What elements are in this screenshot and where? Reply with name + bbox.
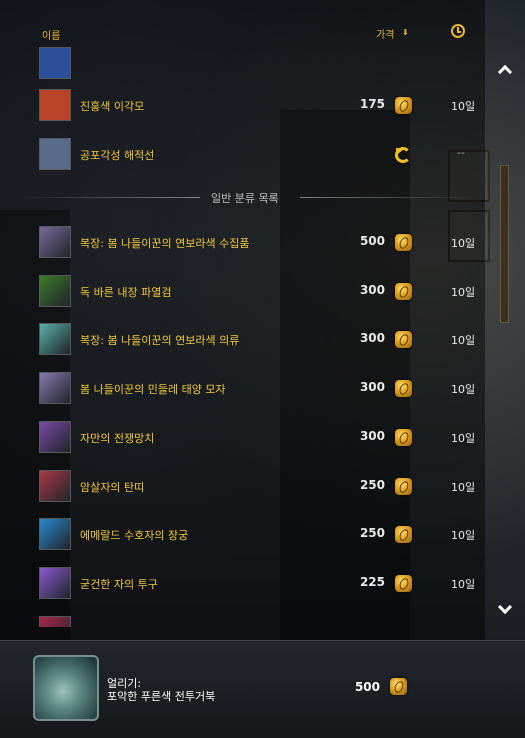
item-price: 300 — [359, 282, 385, 297]
item-list: 진홍색 이각모 175 10일 공포각성 해적선 -- 일반 분류 목록 복장:… — [0, 40, 485, 627]
item-price: 225 — [359, 574, 385, 589]
list-item[interactable]: 에메랄드 수호자의 장궁 250 10일 — [0, 510, 485, 558]
featured-item-price: 500 — [354, 680, 380, 694]
section-divider-label: 일반 분류 목록 — [211, 192, 279, 205]
list-item[interactable]: 복장: 봄 나들이꾼의 연보라색 수집품 500 10일 — [0, 218, 485, 266]
scroll-down-button[interactable] — [497, 599, 514, 616]
item-time: 10일 — [451, 100, 476, 113]
section-divider: 일반 분류 목록 — [0, 188, 485, 208]
item-price: 500 — [359, 234, 385, 248]
list-item[interactable] — [0, 608, 485, 627]
warhammer-icon — [39, 420, 71, 453]
scrollbar-thumb[interactable] — [500, 165, 509, 323]
bandolier-icon — [39, 469, 71, 502]
trader-tender-icon — [395, 331, 412, 349]
list-item[interactable]: 독 바른 내장 파열검 300 10일 — [0, 267, 485, 315]
item-price: 175 — [359, 97, 385, 111]
list-item[interactable]: 봄 나들이꾼의 민들레 태양 모자 300 10일 — [0, 364, 485, 412]
divider-line — [20, 197, 200, 198]
trader-tender-icon — [395, 380, 412, 398]
longbow-icon — [39, 518, 71, 551]
item-name: 공포각성 해적선 — [80, 149, 155, 162]
list-item[interactable]: 복장: 봄 나들이꾼의 연보라색 의류 300 10일 — [0, 315, 485, 363]
transmog-set-icon — [39, 226, 71, 258]
item-time: 10일 — [451, 529, 476, 543]
list-item[interactable]: 공포각성 해적선 -- — [0, 130, 485, 178]
item-time: 10일 — [451, 237, 476, 250]
helmet-icon — [39, 566, 71, 599]
item-name: 자만의 전쟁망치 — [80, 431, 155, 445]
item-time: 10일 — [451, 431, 476, 445]
item-price: 300 — [359, 331, 385, 346]
item-time: 10일 — [451, 285, 476, 299]
item-time: 10일 — [451, 480, 476, 494]
item-name: 봄 나들이꾼의 민들레 태양 모자 — [80, 383, 226, 397]
featured-item-footer[interactable]: 얼리기: 포악한 푸른색 전투거북 500 — [0, 640, 525, 738]
list-item[interactable]: 암살자의 탄띠 250 10일 — [0, 462, 485, 510]
item-icon-partial — [39, 615, 71, 627]
featured-item-name: 포악한 푸른색 전투거북 — [107, 690, 216, 703]
divider-line — [300, 197, 475, 198]
item-price: 250 — [359, 477, 385, 492]
trader-tender-icon — [395, 477, 412, 495]
item-time: 10일 — [451, 577, 476, 591]
list-item[interactable]: 자만의 전쟁망치 300 10일 — [0, 413, 485, 461]
trader-tender-icon — [395, 234, 412, 251]
scroll-up-button[interactable] — [497, 62, 514, 80]
robe-icon — [39, 323, 71, 356]
sort-down-icon: ⬇ — [402, 28, 409, 37]
item-name: 복장: 봄 나들이꾼의 연보라색 수집품 — [80, 237, 250, 250]
item-name: 굳건한 자의 투구 — [80, 577, 158, 591]
item-price: 250 — [359, 526, 385, 541]
item-name: 독 바른 내장 파열검 — [80, 285, 172, 299]
refresh-icon[interactable] — [395, 147, 411, 163]
sword-icon — [39, 274, 71, 307]
item-time: -- — [457, 146, 465, 159]
item-name: 암살자의 탄띠 — [80, 480, 145, 494]
item-name: 복장: 봄 나들이꾼의 연보라색 의류 — [80, 334, 240, 348]
list-item[interactable]: 진홍색 이각모 175 10일 — [0, 81, 485, 129]
item-time: 10일 — [451, 383, 476, 397]
item-icon — [39, 47, 71, 79]
item-time: 10일 — [451, 334, 476, 348]
trader-tender-icon — [395, 282, 412, 300]
trader-tender-icon — [395, 428, 412, 446]
clock-icon[interactable] — [451, 24, 465, 38]
item-price: 300 — [359, 428, 385, 443]
ship-toy-icon — [39, 138, 71, 170]
list-item[interactable]: 굳건한 자의 투구 225 10일 — [0, 559, 485, 607]
sun-hat-icon — [39, 372, 71, 405]
chevron-down-icon — [497, 599, 513, 615]
item-name: 진홍색 이각모 — [80, 100, 145, 113]
item-price: 300 — [359, 380, 385, 395]
turtle-mount-icon — [33, 655, 99, 721]
item-name: 에메랄드 수호자의 장궁 — [80, 529, 189, 543]
trader-tender-icon — [390, 678, 407, 695]
trader-tender-icon — [395, 574, 412, 592]
trader-tender-icon — [395, 97, 412, 114]
trader-tender-icon — [395, 526, 412, 544]
hat-icon — [39, 89, 71, 121]
column-header-price[interactable]: 가격 — [376, 26, 394, 41]
